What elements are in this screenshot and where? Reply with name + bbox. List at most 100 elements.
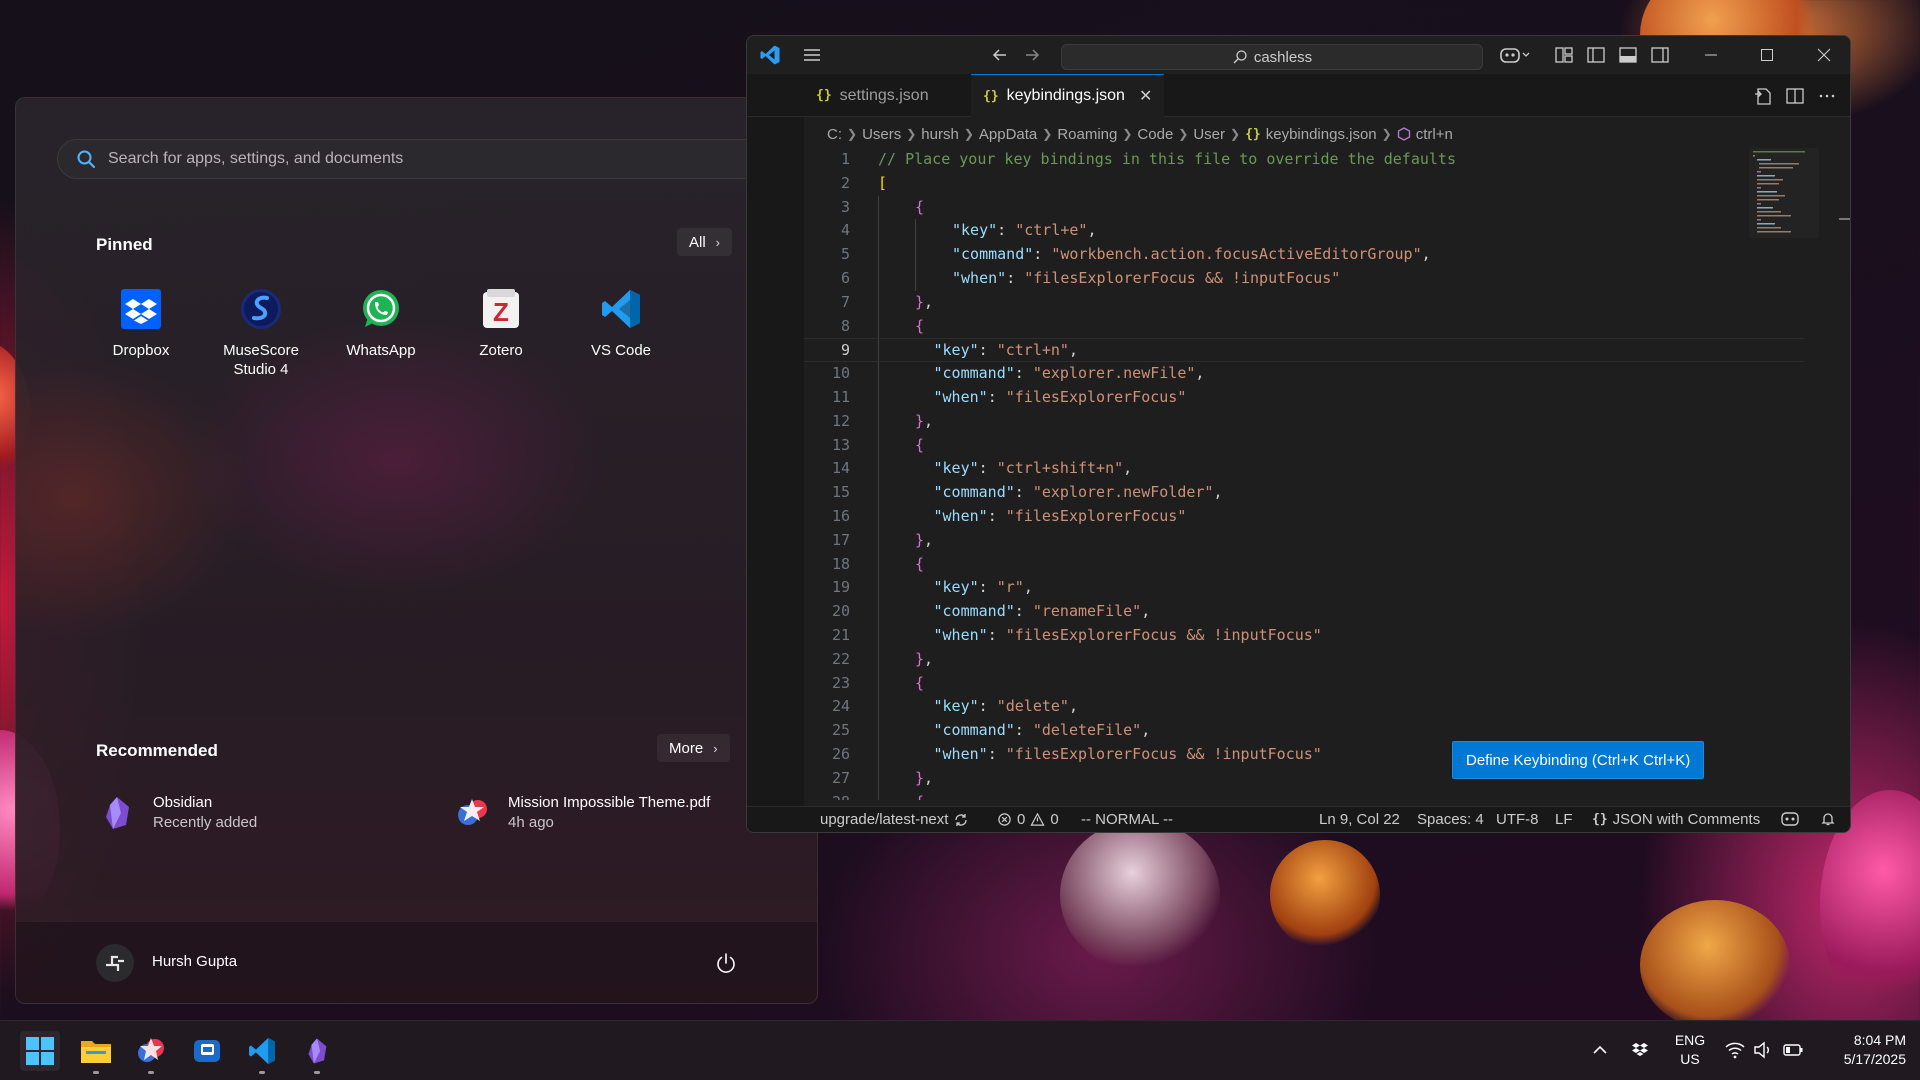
breadcrumb-item[interactable]: AppData (979, 126, 1037, 143)
code-line[interactable]: 14 "key": "ctrl+shift+n", (804, 457, 1804, 482)
wifi-icon[interactable] (1724, 1039, 1746, 1061)
code-line[interactable]: 8{ (804, 314, 1804, 339)
breadcrumb-item[interactable]: User (1193, 126, 1225, 143)
breadcrumb-item[interactable]: Code (1137, 126, 1173, 143)
code-line[interactable]: 6 "when": "filesExplorerFocus && !inputFo… (804, 266, 1804, 291)
code-line[interactable]: 3{ (804, 195, 1804, 220)
eol-status[interactable]: LF (1555, 811, 1573, 828)
power-icon[interactable] (715, 952, 737, 974)
line-number: 22 (831, 649, 850, 668)
line-number: 13 (831, 435, 850, 454)
pinned-app-vscode[interactable]: VS Code (561, 285, 681, 379)
copilot-status-icon[interactable] (1780, 811, 1800, 827)
toggle-primary-sidebar-icon[interactable] (1585, 44, 1607, 66)
pinned-app-whatsapp[interactable]: WhatsApp (321, 285, 441, 379)
notifications-bell-icon[interactable] (1820, 811, 1836, 827)
user-name[interactable]: Hursh Gupta (152, 953, 237, 970)
minimap[interactable] (1749, 148, 1819, 238)
toggle-panel-icon[interactable] (1617, 44, 1639, 66)
more-button[interactable]: More › (657, 734, 730, 762)
open-settings-json-icon[interactable] (1752, 85, 1774, 107)
problems-status[interactable]: 0 0 (997, 811, 1059, 828)
close-tab-icon[interactable]: ✕ (1139, 86, 1152, 106)
code-line[interactable]: 19 "key": "r", (804, 576, 1804, 601)
taskbar-vscode[interactable] (242, 1031, 282, 1074)
close-window-button[interactable] (1796, 36, 1850, 74)
code-line[interactable]: 7}, (804, 290, 1804, 315)
battery-icon[interactable] (1782, 1039, 1804, 1061)
cursor-position-status[interactable]: Ln 9, Col 22 (1319, 811, 1400, 828)
taskbar-obsidian[interactable] (297, 1031, 337, 1074)
code-line[interactable]: 15 "command": "explorer.newFolder", (804, 481, 1804, 505)
back-arrow-icon[interactable] (989, 44, 1011, 66)
git-branch-status[interactable]: upgrade/latest-next (820, 811, 969, 828)
code-line[interactable]: 2[ (804, 172, 1804, 196)
all-apps-button[interactable]: All › (677, 228, 733, 256)
code-line[interactable]: 16 "when": "filesExplorerFocus" (804, 504, 1804, 529)
taskbar-zotero[interactable] (131, 1031, 171, 1074)
code-line[interactable]: 22}, (804, 647, 1804, 672)
customize-layout-icon[interactable] (1553, 44, 1575, 66)
volume-icon[interactable] (1752, 1039, 1774, 1061)
code-line[interactable]: 18 { (804, 552, 1804, 577)
search-input[interactable] (108, 150, 774, 168)
recommended-item-pdf[interactable]: Mission Impossible Theme.pdf 4h ago (454, 794, 710, 831)
code-line[interactable]: 20 "command": "renameFile", (804, 600, 1804, 624)
menu-icon[interactable] (801, 44, 823, 66)
code-line[interactable]: 1 // Place your key bindings in this file… (804, 148, 1804, 172)
code-line[interactable]: 10 "command": "explorer.newFile", (804, 362, 1804, 386)
vim-mode-status[interactable]: -- NORMAL -- (1081, 811, 1173, 828)
split-editor-icon[interactable] (1784, 85, 1806, 107)
command-center[interactable]: cashless (1061, 44, 1483, 70)
code-editor[interactable]: 1 // Place your key bindings in this file… (804, 148, 1804, 800)
recommended-item-obsidian[interactable]: Obsidian Recently added (99, 794, 257, 831)
code-line[interactable]: 23 { (804, 671, 1804, 696)
code-line[interactable]: 11 "when": "filesExplorerFocus" (804, 385, 1804, 410)
indentation-status[interactable]: Spaces: 4 (1417, 811, 1484, 828)
breadcrumb-item[interactable]: Roaming (1057, 126, 1117, 143)
line-number: 18 (831, 554, 850, 573)
code-line[interactable]: 17}, (804, 528, 1804, 553)
language-mode-status[interactable]: {} JSON with Comments (1592, 811, 1760, 828)
search-box[interactable] (57, 139, 775, 179)
dropbox-tray-icon[interactable] (1629, 1039, 1651, 1061)
breadcrumb-item[interactable]: hursh (921, 126, 959, 143)
code-line[interactable]: 12}, (804, 409, 1804, 434)
code-line[interactable]: 5 "command": "workbench.action.focusActiv… (804, 243, 1804, 267)
pinned-app-dropbox[interactable]: Dropbox (81, 285, 201, 379)
copilot-icon[interactable] (1499, 44, 1533, 66)
breadcrumb-item[interactable]: ctrl+n (1416, 126, 1453, 143)
minimize-button[interactable] (1683, 36, 1739, 74)
code-line[interactable]: 4 "key": "ctrl+e", (804, 219, 1804, 244)
input-language-indicator[interactable]: ENG US (1670, 1031, 1710, 1069)
taskbar-file-explorer[interactable] (76, 1031, 116, 1074)
clock[interactable]: 8:04 PM 5/17/2025 (1820, 1031, 1906, 1069)
define-keybinding-button[interactable]: Define Keybinding (Ctrl+K Ctrl+K) (1452, 741, 1705, 779)
forward-arrow-icon[interactable] (1021, 44, 1043, 66)
more-actions-icon[interactable] (1816, 85, 1838, 107)
code-line[interactable]: 28 { (804, 790, 1804, 800)
code-token: "when" (933, 506, 988, 525)
code-token: , (924, 768, 934, 787)
encoding-status[interactable]: UTF-8 (1496, 811, 1539, 828)
taskbar-teams[interactable] (187, 1031, 227, 1071)
chevron-up-icon[interactable] (1589, 1039, 1611, 1061)
code-token: "ctrl+shift+n" (996, 459, 1124, 478)
taskbar-start-button[interactable] (20, 1031, 60, 1071)
breadcrumb-item[interactable]: keybindings.json (1266, 126, 1377, 143)
avatar[interactable] (96, 944, 134, 982)
code-line[interactable]: 13 { (804, 433, 1804, 458)
breadcrumb-item[interactable]: C: (827, 126, 842, 143)
tab-keybindings-json[interactable]: {} keybindings.json ✕ (971, 74, 1165, 117)
code-text: "when": "filesExplorerFocus && !inputFoc… (952, 267, 1340, 291)
pinned-app-zotero[interactable]: Z Zotero (441, 285, 561, 379)
maximize-button[interactable] (1739, 36, 1795, 74)
code-line[interactable]: 25 "command": "deleteFile", (804, 719, 1804, 743)
breadcrumb-item[interactable]: Users (862, 126, 901, 143)
tab-settings-json[interactable]: {} settings.json (804, 74, 941, 117)
pinned-app-musescore[interactable]: MuseScore Studio 4 (201, 285, 321, 379)
toggle-secondary-sidebar-icon[interactable] (1649, 44, 1671, 66)
code-line[interactable]: 9 "key": "ctrl+n", (804, 338, 1804, 363)
code-line[interactable]: 21 "when": "filesExplorerFocus && !inputF… (804, 623, 1804, 648)
code-line[interactable]: 24 "key": "delete", (804, 695, 1804, 720)
